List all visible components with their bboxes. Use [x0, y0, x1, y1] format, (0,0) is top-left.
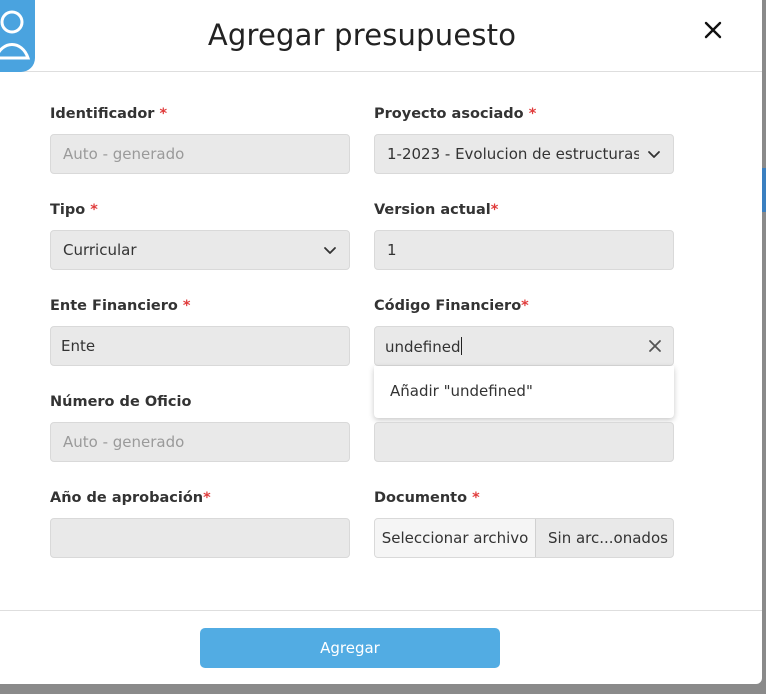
agregar-button[interactable]: Agregar: [200, 628, 500, 668]
codigo-label: Código Financiero*: [374, 298, 529, 314]
identificador-input[interactable]: Auto - generado: [50, 134, 350, 174]
backdrop-accent: [762, 168, 766, 212]
codigo-dropdown: Añadir "undefined": [374, 366, 674, 418]
tipo-label: Tipo *: [50, 202, 98, 218]
required-mark: *: [203, 490, 211, 506]
clear-icon[interactable]: [647, 338, 663, 354]
chevron-down-icon: [324, 247, 336, 254]
chevron-down-icon: [648, 151, 660, 158]
anio-label-text: Año de aprobación: [50, 490, 204, 506]
ente-input[interactable]: Ente: [50, 326, 350, 366]
file-name-text: Sin arc...onados: [548, 529, 668, 547]
hidden-field-input[interactable]: [374, 422, 674, 462]
required-mark: *: [472, 490, 480, 506]
codigo-combobox[interactable]: undefined: [374, 326, 674, 366]
oficio-label: Número de Oficio: [50, 394, 191, 410]
required-mark: *: [528, 106, 537, 122]
codigo-text: undefined: [385, 336, 647, 356]
ente-value: Ente: [61, 337, 96, 355]
proyecto-label-text: Proyecto asociado: [374, 106, 524, 122]
close-button[interactable]: [700, 17, 726, 43]
anio-input[interactable]: [50, 518, 350, 558]
anio-label: Año de aprobación*: [50, 490, 211, 506]
proyecto-value: 1-2023 - Evolucion de estructuras d: [387, 145, 639, 163]
ente-label-text: Ente Financiero: [50, 298, 178, 314]
oficio-label-text: Número de Oficio: [50, 394, 192, 410]
tipo-value: Curricular: [63, 241, 137, 259]
version-input[interactable]: 1: [374, 230, 674, 270]
proyecto-select[interactable]: 1-2023 - Evolucion de estructuras d: [374, 134, 674, 174]
choose-file-button[interactable]: Seleccionar archivo: [375, 519, 536, 557]
ente-label: Ente Financiero *: [50, 298, 191, 314]
version-value: 1: [387, 241, 397, 259]
documento-label: Documento *: [374, 490, 480, 506]
identificador-label-text: Identificador: [50, 106, 155, 122]
required-mark: *: [90, 202, 98, 218]
tipo-label-text: Tipo: [50, 202, 86, 218]
documento-label-text: Documento: [374, 490, 468, 506]
version-label: Version actual*: [374, 202, 498, 218]
identificador-placeholder: Auto - generado: [63, 145, 185, 163]
required-mark: *: [182, 298, 191, 314]
required-mark: *: [159, 106, 168, 122]
add-option-item[interactable]: Añadir "undefined": [390, 382, 533, 400]
required-mark: *: [521, 298, 529, 314]
documento-file-input[interactable]: Seleccionar archivo Sin arc...onados: [374, 518, 674, 558]
text-caret: [461, 336, 463, 355]
codigo-label-text: Código Financiero: [374, 298, 522, 314]
oficio-placeholder: Auto - generado: [63, 433, 185, 451]
tipo-select[interactable]: Curricular: [50, 230, 350, 270]
identificador-label: Identificador *: [50, 106, 167, 122]
close-icon: [704, 21, 722, 39]
oficio-input[interactable]: Auto - generado: [50, 422, 350, 462]
add-budget-modal: Agregar presupuesto Identificador * Auto…: [0, 0, 762, 684]
version-label-text: Version actual: [374, 202, 491, 218]
footer-divider: [0, 610, 762, 611]
required-mark: *: [490, 202, 499, 218]
modal-header: Agregar presupuesto: [0, 0, 762, 72]
proyecto-label: Proyecto asociado *: [374, 106, 536, 122]
modal-title: Agregar presupuesto: [207, 18, 517, 52]
codigo-value: undefined: [385, 337, 461, 356]
